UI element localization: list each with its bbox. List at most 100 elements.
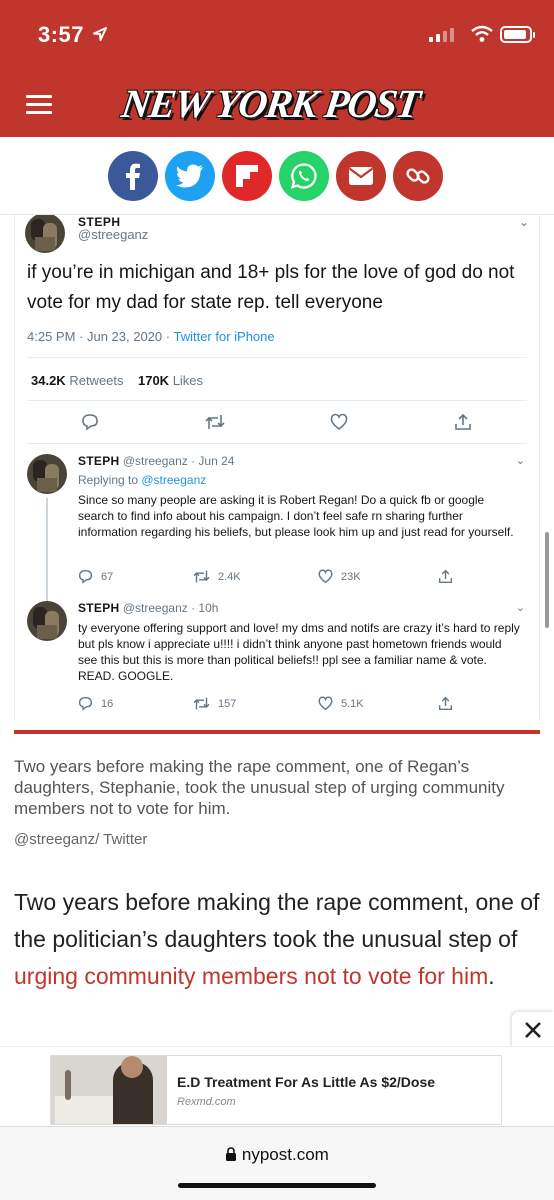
reply-author[interactable]: STEPH @streeganz · Jun 24 bbox=[78, 454, 234, 468]
like-count: 5.1K bbox=[341, 697, 364, 710]
retweet-count: 2.4K bbox=[218, 570, 241, 583]
link-icon bbox=[406, 168, 430, 184]
reply-count: 16 bbox=[101, 697, 114, 710]
share-button[interactable] bbox=[438, 569, 453, 584]
reply-author[interactable]: STEPH @streeganz · 10h bbox=[78, 601, 218, 615]
embedded-tweet[interactable]: STEPH @streeganz ⌄ if you’re in michigan… bbox=[14, 215, 540, 720]
reply-actions: 67 2.4K 23K bbox=[78, 569, 458, 585]
retweet-icon bbox=[193, 697, 210, 710]
share-bar bbox=[0, 137, 554, 215]
menu-icon[interactable] bbox=[26, 95, 52, 115]
tweet-source-link[interactable]: Twitter for iPhone bbox=[173, 329, 274, 344]
site-header: 3:57 NEW YORK POST bbox=[0, 0, 554, 137]
replying-to-handle[interactable]: @streeganz bbox=[141, 473, 206, 487]
tweet-actions bbox=[81, 413, 481, 433]
email-icon bbox=[348, 167, 374, 185]
ad-banner: E.D Treatment For As Little As $2/Dose R… bbox=[0, 1046, 554, 1126]
twitter-share-button[interactable] bbox=[165, 151, 215, 201]
article-paragraph: Two years before making the rape comment… bbox=[14, 884, 540, 995]
copy-link-button[interactable] bbox=[393, 151, 443, 201]
like-icon bbox=[318, 569, 333, 584]
chevron-down-icon[interactable]: ⌄ bbox=[516, 601, 525, 614]
facebook-share-button[interactable] bbox=[108, 151, 158, 201]
browser-address-bar[interactable]: nypost.com bbox=[0, 1126, 554, 1200]
thread-line bbox=[46, 498, 48, 604]
image-credit: @streeganz/ Twitter bbox=[14, 831, 148, 848]
retweet-button[interactable]: 2.4K bbox=[193, 569, 241, 584]
like-count[interactable]: 170K bbox=[138, 373, 169, 388]
like-button[interactable]: 5.1K bbox=[318, 696, 364, 711]
ad-sponsor[interactable]: Rexmd.com bbox=[177, 1096, 236, 1108]
tweet-stats: 34.2K Retweets 170K Likes bbox=[31, 373, 203, 388]
url-text: nypost.com bbox=[241, 1145, 329, 1164]
flipboard-share-button[interactable] bbox=[222, 151, 272, 201]
like-count: 23K bbox=[341, 570, 361, 583]
battery-icon bbox=[500, 26, 535, 43]
like-icon[interactable] bbox=[330, 413, 348, 431]
status-bar: 3:57 bbox=[0, 18, 554, 54]
home-indicator[interactable] bbox=[178, 1183, 376, 1188]
retweet-icon bbox=[193, 570, 210, 583]
share-icon bbox=[438, 569, 453, 584]
reply-author-name[interactable]: STEPH bbox=[78, 601, 120, 615]
reply-count: 67 bbox=[101, 570, 114, 583]
lock-icon bbox=[226, 1147, 237, 1161]
reply-meta[interactable]: @streeganz · 10h bbox=[123, 601, 219, 615]
site-logo[interactable]: NEW YORK POST bbox=[116, 80, 436, 128]
email-share-button[interactable] bbox=[336, 151, 386, 201]
avatar[interactable] bbox=[27, 601, 67, 641]
ad-image[interactable] bbox=[51, 1056, 167, 1124]
reply-icon bbox=[78, 696, 93, 711]
divider bbox=[27, 400, 527, 401]
whatsapp-share-button[interactable] bbox=[279, 151, 329, 201]
caption-rule bbox=[14, 730, 540, 734]
article-link[interactable]: urging community members not to vote for… bbox=[14, 963, 488, 989]
url-display[interactable]: nypost.com bbox=[0, 1145, 554, 1165]
retweets-label[interactable]: Retweets bbox=[69, 373, 123, 388]
like-button[interactable]: 23K bbox=[318, 569, 361, 584]
avatar[interactable] bbox=[25, 215, 65, 253]
whatsapp-icon bbox=[290, 163, 317, 189]
avatar[interactable] bbox=[27, 454, 67, 494]
scrollbar[interactable] bbox=[545, 532, 549, 628]
facebook-icon bbox=[126, 163, 140, 190]
retweet-icon[interactable] bbox=[205, 413, 225, 431]
paragraph-text: Two years before making the rape comment… bbox=[14, 889, 540, 952]
flipboard-icon bbox=[236, 165, 258, 187]
reply-author-name[interactable]: STEPH bbox=[78, 454, 120, 468]
share-icon bbox=[438, 696, 453, 711]
reply-button[interactable]: 67 bbox=[78, 569, 113, 584]
ad-title[interactable]: E.D Treatment For As Little As $2/Dose bbox=[177, 1074, 435, 1090]
twitter-icon bbox=[176, 164, 203, 188]
status-time: 3:57 bbox=[38, 22, 85, 47]
reply-text: ty everyone offering support and love! m… bbox=[78, 621, 520, 683]
chevron-down-icon[interactable]: ⌄ bbox=[519, 215, 529, 229]
paragraph-end: . bbox=[488, 963, 495, 989]
divider bbox=[27, 443, 527, 444]
tweet-time[interactable]: 4:25 PM · Jun 23, 2020 · bbox=[27, 329, 173, 344]
wifi-icon bbox=[471, 25, 493, 42]
cellular-signal-icon bbox=[429, 28, 454, 42]
image-caption: Two years before making the rape comment… bbox=[14, 757, 505, 818]
tweet-author-handle[interactable]: @streeganz bbox=[78, 227, 148, 242]
reply-text: Since so many people are asking it is Ro… bbox=[78, 493, 514, 539]
likes-label[interactable]: Likes bbox=[173, 373, 203, 388]
replying-to-label: Replying to bbox=[78, 473, 142, 487]
close-ad-button[interactable] bbox=[512, 1012, 554, 1048]
retweet-count: 157 bbox=[218, 697, 237, 710]
share-button[interactable] bbox=[438, 696, 453, 711]
tweet-timestamp: 4:25 PM · Jun 23, 2020 · Twitter for iPh… bbox=[27, 329, 275, 344]
reply-icon bbox=[78, 569, 93, 584]
chevron-down-icon[interactable]: ⌄ bbox=[516, 454, 525, 467]
replying-to: Replying to @streeganz bbox=[78, 473, 206, 487]
reply-tweet[interactable]: STEPH @streeganz · 10h ⌄ ty everyone off… bbox=[15, 601, 539, 716]
reply-button[interactable]: 16 bbox=[78, 696, 113, 711]
retweet-button[interactable]: 157 bbox=[193, 696, 236, 711]
retweet-count[interactable]: 34.2K bbox=[31, 373, 66, 388]
reply-meta[interactable]: @streeganz · Jun 24 bbox=[123, 454, 235, 468]
reply-tweet[interactable]: STEPH @streeganz · Jun 24 ⌄ Replying to … bbox=[15, 454, 539, 604]
ad-card[interactable]: E.D Treatment For As Little As $2/Dose R… bbox=[50, 1055, 502, 1125]
reply-icon[interactable] bbox=[81, 413, 99, 431]
logo-text: NEW YORK POST bbox=[118, 81, 423, 126]
share-icon[interactable] bbox=[454, 413, 472, 431]
